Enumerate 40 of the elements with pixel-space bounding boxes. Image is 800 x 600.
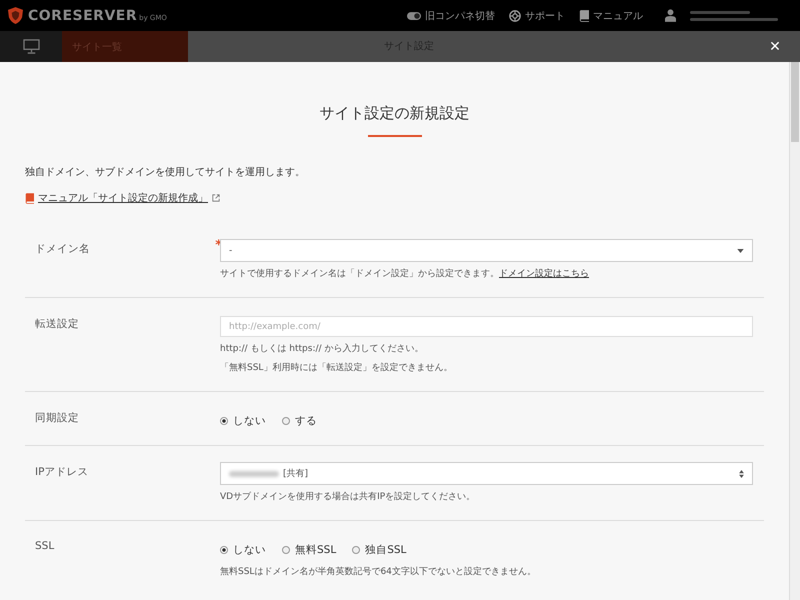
hint-text: 無料SSLはドメイン名が半角英数記号で64文字以下でないと設定できません。 bbox=[220, 568, 537, 578]
header-link[interactable]: サポート bbox=[509, 8, 565, 22]
modal-title: サイト設定の新規設定 bbox=[318, 104, 470, 123]
shield-logo-icon bbox=[8, 7, 23, 24]
url-input-field[interactable]: http://example.com/ bbox=[220, 316, 753, 338]
select-field[interactable]: [共有] bbox=[220, 462, 753, 486]
blurred-ip-address bbox=[229, 470, 279, 477]
hint-text: 「無料SSL」利用時には「転送設定」を設定できません。 bbox=[220, 364, 454, 374]
field-label: ドメイン名 bbox=[35, 242, 90, 257]
updown-caret-icon bbox=[739, 470, 744, 478]
monitor-icon bbox=[22, 39, 40, 54]
hint-text: VDサブドメインを使用する場合は共有IPを設定してください。 bbox=[220, 493, 476, 504]
scrollbar[interactable] bbox=[789, 62, 800, 600]
radio-option[interactable]: しない bbox=[220, 543, 266, 558]
field-label: IPアドレス bbox=[35, 465, 88, 480]
title-underline bbox=[368, 135, 422, 137]
external-link-icon bbox=[212, 194, 220, 202]
domain-settings-link[interactable]: ドメイン設定はこちら bbox=[499, 269, 589, 279]
user-icon bbox=[665, 9, 676, 22]
select-field[interactable]: - bbox=[220, 239, 753, 262]
hint-text: サイトで使用するドメイン名は「ドメイン設定」から設定できます。ドメイン設定はこちら bbox=[220, 270, 590, 280]
manual-link[interactable]: マニュアル「サイト設定の新規作成」 bbox=[38, 191, 208, 205]
radio-option[interactable]: 無料SSL bbox=[282, 543, 336, 558]
book-icon bbox=[579, 10, 589, 22]
header-link[interactable]: マニュアル bbox=[579, 8, 643, 22]
radio-option[interactable]: しない bbox=[220, 414, 266, 428]
logo-text: CORESERVER bbox=[28, 8, 138, 24]
description-text: 独自ドメイン、サブドメインを使用してサイトを運用します。 bbox=[25, 166, 306, 179]
radio-option[interactable]: 独自SSL bbox=[352, 543, 406, 558]
radio-option[interactable]: する bbox=[282, 414, 317, 428]
close-button[interactable]: ✕ bbox=[750, 31, 800, 62]
field-label: SSL bbox=[35, 539, 54, 554]
hint-text: http:// もしくは https:// から入力してください。 bbox=[220, 345, 424, 356]
toggle-icon bbox=[407, 12, 421, 20]
header-link[interactable]: 旧コンパネ切替 bbox=[407, 8, 495, 22]
book-icon bbox=[25, 192, 34, 204]
field-label: 転送設定 bbox=[35, 316, 79, 332]
caret-icon bbox=[737, 248, 744, 252]
field-label: 同期設定 bbox=[35, 411, 79, 426]
lifebuoy-icon bbox=[509, 10, 521, 22]
